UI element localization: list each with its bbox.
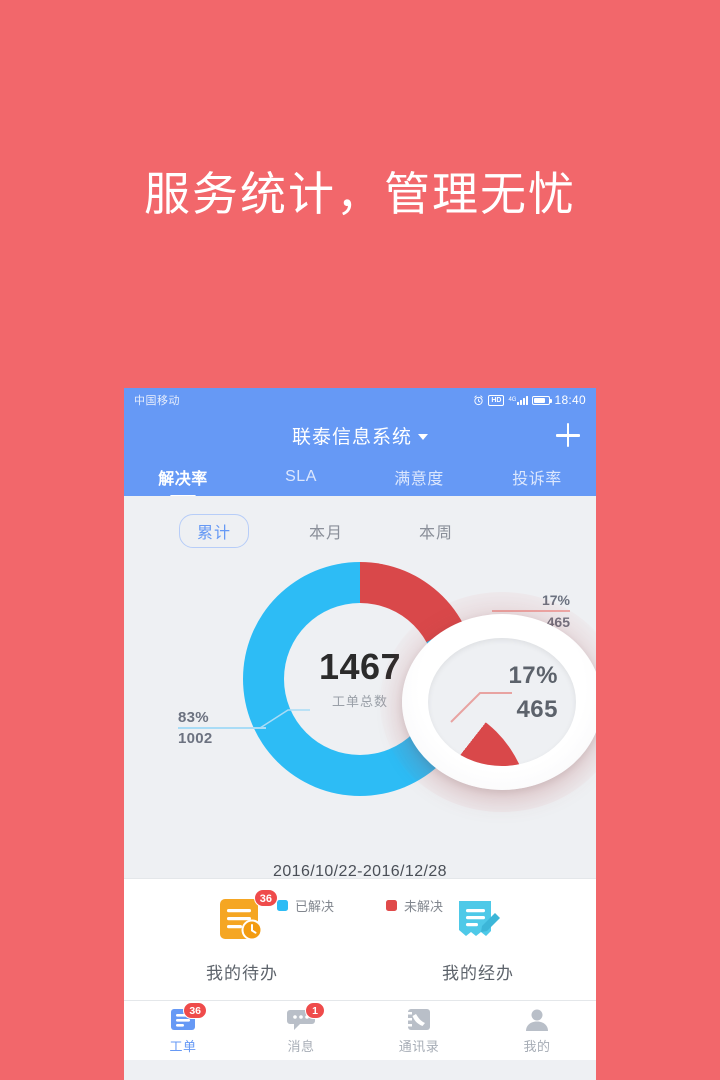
bottom-nav: 36 工单 1 消息 通讯录 我的 <box>124 1000 596 1060</box>
nav-item-contacts[interactable]: 通讯录 <box>360 1001 478 1060</box>
nav-label-tickets: 工单 <box>169 1039 197 1054</box>
callout-resolved-value: 1002 <box>178 729 213 747</box>
shortcut-my-todo-label: 我的待办 <box>206 964 278 983</box>
legend-swatch-resolved <box>276 900 288 911</box>
callout-unresolved-percent: 17% <box>541 592 570 608</box>
date-range-label: 2016/10/22-2016/12/28 <box>273 863 447 880</box>
org-name-label: 联泰信息系统 <box>291 426 412 448</box>
nav-item-profile[interactable]: 我的 <box>478 1001 596 1060</box>
person-icon <box>522 1007 552 1033</box>
metric-tabs: 解决率 SLA 满意度 投诉率 <box>124 458 596 496</box>
plus-icon[interactable] <box>556 423 580 447</box>
nav-item-messages[interactable]: 1 消息 <box>242 1001 360 1060</box>
hero-banner: 服务统计，管理无忧 <box>0 0 720 388</box>
page-title: 服务统计，管理无忧 <box>144 168 576 220</box>
legend-label-unresolved: 未解决 <box>404 899 444 914</box>
tickets-badge: 36 <box>183 1002 207 1019</box>
magnified-value: 465 <box>516 696 558 723</box>
period-filters: 累计 本月 本周 <box>124 496 596 548</box>
filter-cumulative[interactable]: 累计 <box>179 514 249 548</box>
magnified-percent: 17% <box>508 662 558 689</box>
status-icons: HD 4G 18:40 <box>473 393 586 407</box>
todo-clock-icon: 36 <box>214 889 278 947</box>
tab-resolution-rate[interactable]: 解决率 <box>124 465 242 489</box>
shortcut-my-handled-label: 我的经办 <box>442 964 514 983</box>
messages-badge: 1 <box>305 1002 325 1019</box>
nav-label-profile: 我的 <box>523 1039 551 1054</box>
stats-panel: 累计 本月 本周 1467 工单总数 83% 1002 17% 465 2016… <box>124 496 596 914</box>
magnifier-lens: 17% 465 <box>402 614 596 790</box>
magnified-leader-line <box>450 692 512 723</box>
network-type-label: 4G <box>508 397 517 403</box>
total-value: 1467 <box>318 645 402 687</box>
todo-badge: 36 <box>253 889 278 907</box>
filter-this-week[interactable]: 本周 <box>381 519 491 543</box>
carrier-label: 中国移动 <box>134 395 180 407</box>
app-title-bar: 联泰信息系统 <box>124 412 596 458</box>
magnifier-content: 17% 465 <box>428 638 576 766</box>
edit-document-icon <box>450 895 506 947</box>
callout-resolved-rule <box>178 727 266 729</box>
signal-icon: 4G <box>508 395 529 405</box>
chat-icon: 1 <box>286 1002 325 1033</box>
org-switcher[interactable]: 联泰信息系统 <box>292 422 428 449</box>
chart-legend: 已解决 未解决 <box>124 896 596 915</box>
total-caption: 工单总数 <box>331 693 388 709</box>
hd-icon: HD <box>488 394 505 406</box>
callout-unresolved-rule <box>492 610 570 612</box>
tab-satisfaction[interactable]: 满意度 <box>360 465 478 489</box>
nav-item-tickets[interactable]: 36 工单 <box>124 1001 242 1060</box>
legend-item-resolved: 已解决 <box>276 896 334 915</box>
clock-label: 18:40 <box>554 393 586 407</box>
magnifier-lens-inner: 17% 465 <box>428 638 576 766</box>
tab-complaint-rate[interactable]: 投诉率 <box>478 465 596 489</box>
legend-item-unresolved: 未解决 <box>386 896 443 915</box>
contacts-icon <box>404 1007 434 1033</box>
ticket-icon: 36 <box>168 1002 207 1033</box>
alarm-icon <box>473 394 484 406</box>
battery-icon <box>532 395 553 405</box>
chevron-down-icon <box>418 433 428 440</box>
tab-sla[interactable]: SLA <box>242 468 360 486</box>
legend-swatch-unresolved <box>386 900 397 911</box>
nav-label-contacts: 通讯录 <box>398 1039 440 1054</box>
filter-this-month[interactable]: 本月 <box>271 519 381 543</box>
legend-label-resolved: 已解决 <box>294 899 334 914</box>
nav-label-messages: 消息 <box>287 1039 315 1054</box>
status-bar: 中国移动 HD 4G 18:40 <box>124 388 596 412</box>
callout-resolved-leader-line <box>259 709 310 729</box>
phone-screenshot: 中国移动 HD 4G 18:40 联泰信息系统 解决率 SLA 满意度 投诉率 <box>124 388 596 1080</box>
